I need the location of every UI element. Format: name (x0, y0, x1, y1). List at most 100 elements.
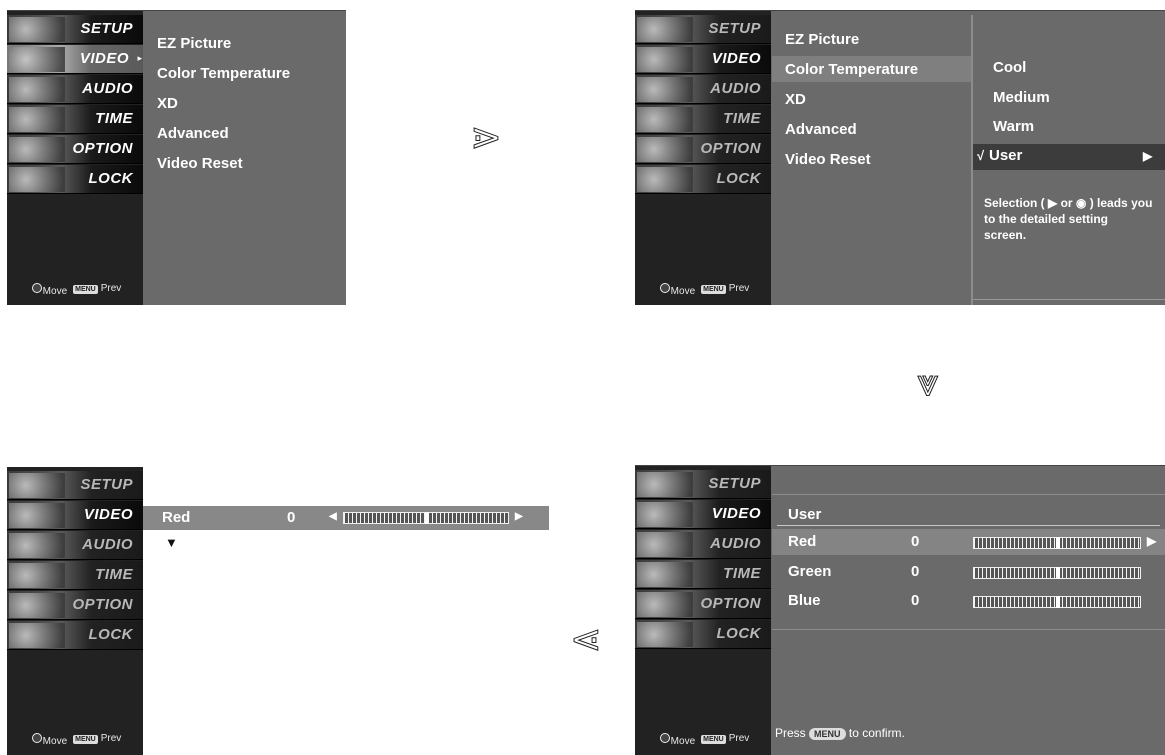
category-video[interactable]: VIDEO ▸ (7, 45, 143, 74)
category-label: OPTION (700, 595, 761, 612)
category-time[interactable]: TIME (635, 105, 771, 134)
category-option[interactable]: OPTION (7, 135, 143, 164)
flow-arrow-left-icon: ⋖ (570, 617, 603, 662)
category-option[interactable]: OPTION (7, 591, 143, 620)
video-thumbnail (637, 502, 693, 527)
arrow-down-icon[interactable]: ▼ (165, 535, 178, 550)
red-adjust-bar[interactable]: Red 0 ◀ ▶ (143, 506, 549, 530)
category-audio[interactable]: AUDIO (635, 530, 771, 559)
setup-thumbnail (9, 473, 65, 498)
menu-item-xd[interactable]: XD (785, 85, 918, 115)
option-user[interactable]: √ User ▶ (973, 144, 1165, 170)
red-slider[interactable] (973, 537, 1141, 549)
chevron-right-icon: ▸ (137, 53, 142, 63)
red-value: 0 (287, 509, 296, 526)
arrow-right-icon: ▶ (1143, 149, 1153, 163)
video-menu-list: EZ Picture Color Temperature XD Advanced… (785, 25, 918, 175)
menu-item-video-reset[interactable]: Video Reset (157, 149, 290, 179)
category-label: TIME (723, 110, 761, 127)
red-slider-knob[interactable] (425, 512, 429, 524)
category-label: TIME (95, 110, 133, 127)
menu-item-advanced[interactable]: Advanced (785, 115, 918, 145)
nav-footer: Move MENU Prev (635, 730, 771, 747)
help-line: Selection ( ▶ or ◉ ) leads you (984, 196, 1153, 210)
category-audio[interactable]: AUDIO (7, 75, 143, 104)
panel-video-menu: SETUP VIDEO ▸ AUDIO TIME OPTION LOCK Move… (7, 10, 346, 305)
category-setup[interactable]: SETUP (7, 471, 143, 500)
nav-footer: Move MENU Prev (7, 730, 143, 747)
green-label[interactable]: Green (788, 563, 831, 580)
red-label: Red (162, 509, 191, 526)
menu-key-icon: MENU (701, 735, 726, 744)
lock-thumbnail (9, 623, 65, 648)
category-time[interactable]: TIME (635, 560, 771, 589)
category-label: AUDIO (710, 80, 761, 97)
menu-item-xd[interactable]: XD (157, 89, 290, 119)
menu-item-ez-picture[interactable]: EZ Picture (785, 25, 918, 55)
menu-item-advanced[interactable]: Advanced (157, 119, 290, 149)
category-video[interactable]: VIDEO (635, 45, 771, 74)
video-menu-list: EZ Picture Color Temperature XD Advanced… (157, 29, 290, 179)
menu-key-icon: MENU (701, 285, 726, 294)
option-cool[interactable]: Cool (993, 59, 1026, 76)
red-slider[interactable] (343, 512, 509, 524)
nav-footer: Move MENU Prev (7, 280, 143, 297)
option-medium[interactable]: Medium (993, 89, 1050, 106)
category-lock[interactable]: LOCK (635, 165, 771, 194)
help-line: screen. (984, 228, 1027, 242)
category-label: TIME (723, 565, 761, 582)
category-setup[interactable]: SETUP (7, 15, 143, 44)
blue-slider-knob[interactable] (1056, 596, 1060, 608)
category-label: AUDIO (82, 80, 133, 97)
press-suffix: to confirm. (848, 726, 905, 740)
green-slider[interactable] (973, 567, 1141, 579)
category-label: SETUP (80, 20, 133, 37)
category-setup[interactable]: SETUP (635, 15, 771, 44)
option-warm[interactable]: Warm (993, 118, 1034, 135)
red-slider-knob[interactable] (1056, 537, 1060, 549)
menu-item-video-reset[interactable]: Video Reset (785, 145, 918, 175)
bottom-rule (973, 299, 1165, 300)
category-label: VIDEO (711, 50, 761, 67)
category-time[interactable]: TIME (7, 561, 143, 590)
panel-color-temperature: SETUP VIDEO AUDIO TIME OPTION LOCK Move … (635, 10, 1165, 305)
category-option[interactable]: OPTION (635, 590, 771, 619)
category-lock[interactable]: LOCK (7, 621, 143, 650)
category-option[interactable]: OPTION (635, 135, 771, 164)
prev-label: Prev (728, 733, 750, 744)
category-video[interactable]: VIDEO (635, 500, 771, 529)
confirm-hint: Press MENU to confirm. (775, 726, 905, 740)
setup-thumbnail (637, 472, 693, 497)
prev-label: Prev (100, 733, 122, 744)
audio-thumbnail (637, 77, 693, 102)
audio-thumbnail (9, 533, 65, 558)
green-value: 0 (911, 563, 920, 580)
green-slider-knob[interactable] (1056, 567, 1060, 579)
menu-item-color-temperature[interactable]: Color Temperature (157, 59, 290, 89)
menu-key-icon: MENU (809, 728, 846, 740)
blue-slider[interactable] (973, 596, 1141, 608)
option-thumbnail (637, 137, 693, 162)
audio-thumbnail (9, 77, 65, 102)
category-setup[interactable]: SETUP (635, 470, 771, 499)
category-lock[interactable]: LOCK (635, 620, 771, 649)
menu-item-color-temperature[interactable]: Color Temperature (785, 55, 918, 85)
category-video[interactable]: VIDEO (7, 501, 143, 530)
category-time[interactable]: TIME (7, 105, 143, 134)
arrow-right-icon[interactable]: ▶ (515, 511, 523, 522)
category-audio[interactable]: AUDIO (7, 531, 143, 560)
category-column: SETUP VIDEO ▸ AUDIO TIME OPTION LOCK Move… (7, 11, 143, 305)
category-audio[interactable]: AUDIO (635, 75, 771, 104)
move-label: Move (42, 736, 68, 747)
user-title: User (788, 506, 822, 523)
video-thumbnail (9, 503, 65, 528)
press-prefix: Press (775, 726, 806, 740)
menu-item-ez-picture[interactable]: EZ Picture (157, 29, 290, 59)
time-thumbnail (9, 107, 65, 132)
category-lock[interactable]: LOCK (7, 165, 143, 194)
arrow-left-icon[interactable]: ◀ (329, 511, 337, 522)
category-label: OPTION (72, 596, 133, 613)
category-label: LOCK (88, 626, 133, 643)
blue-label[interactable]: Blue (788, 592, 821, 609)
flow-arrow-right-icon: ⋗ (470, 115, 503, 160)
